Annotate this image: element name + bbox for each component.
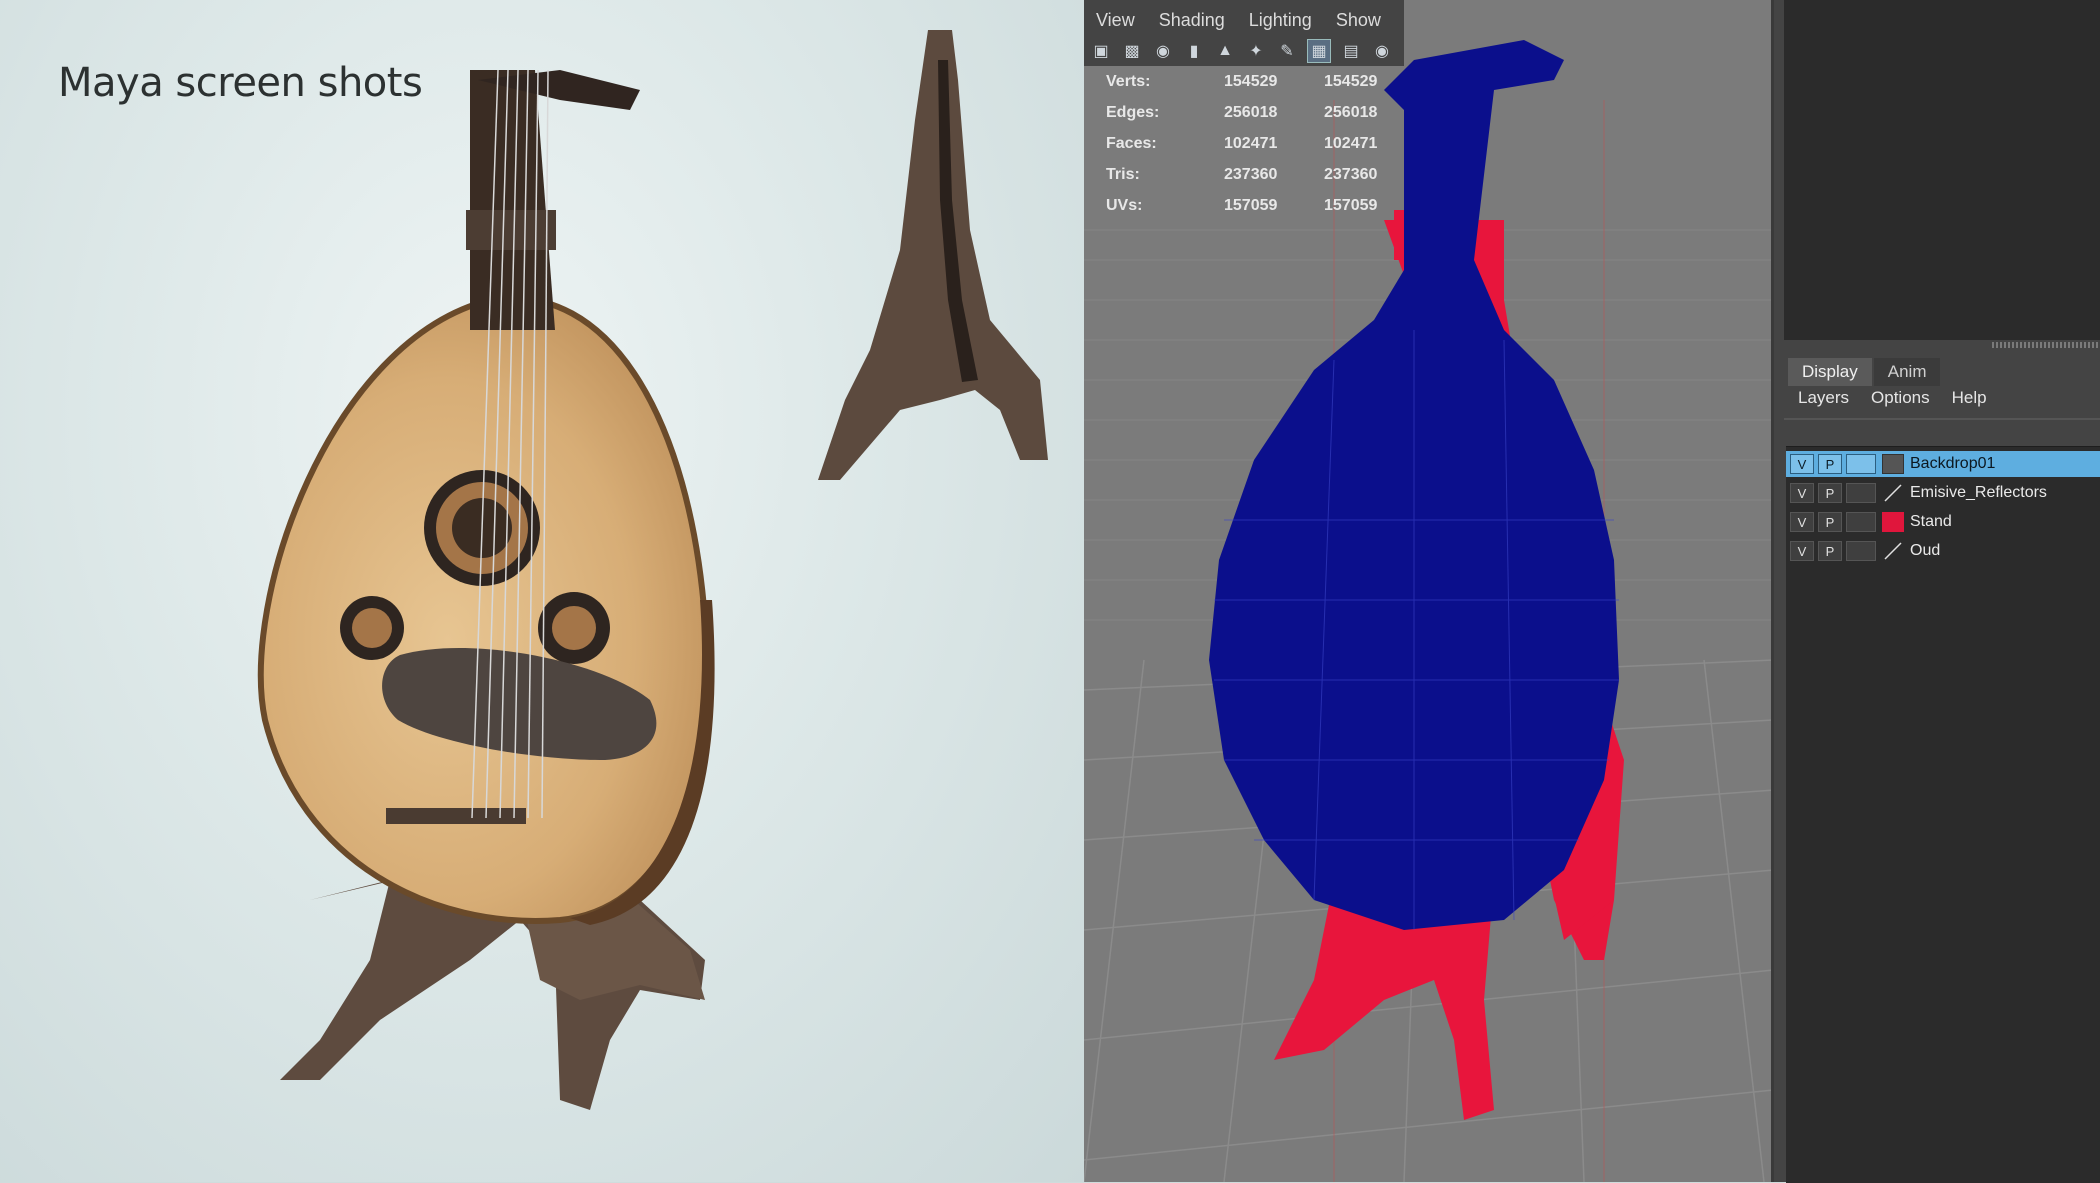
- layer-list: V P Backdrop01 V P Emisive_Reflectors V …: [1786, 446, 2100, 1183]
- hud-value: 154529: [1324, 72, 1378, 90]
- layer-name: Backdrop01: [1910, 455, 1996, 472]
- hud-value: 157059: [1224, 196, 1278, 214]
- layer-row-backdrop01[interactable]: V P Backdrop01: [1786, 451, 2100, 477]
- layer-color-swatch[interactable]: [1882, 512, 1904, 532]
- layer-name: Stand: [1910, 513, 1952, 530]
- hud-row-edges: Edges: 256018 256018: [1106, 97, 1424, 128]
- layer-playback-toggle[interactable]: P: [1818, 512, 1842, 532]
- divider: [1784, 418, 2100, 420]
- grid-snap-icon[interactable]: ✦: [1245, 40, 1267, 62]
- viewport-toolbar: ▣ ▩ ◉ ▮ ▲ ✦ ✎ ▦ ▤ ◉: [1084, 36, 1404, 66]
- hud-value: 154529: [1224, 72, 1278, 90]
- layer-display-type-toggle[interactable]: [1846, 483, 1876, 503]
- film-gate-icon[interactable]: ▤: [1340, 40, 1362, 62]
- layer-row-stand[interactable]: V P Stand: [1786, 509, 2100, 535]
- menu-layers[interactable]: Layers: [1798, 388, 1849, 408]
- menu-lighting[interactable]: Lighting: [1249, 10, 1312, 31]
- layer-visibility-toggle[interactable]: V: [1790, 454, 1814, 474]
- channel-layer-panel: Display Anim Layers Options Help V P Bac…: [1774, 0, 2100, 1183]
- hud-row-verts: Verts: 154529 154529: [1106, 66, 1424, 97]
- menu-show[interactable]: Show: [1336, 10, 1381, 31]
- paint-icon[interactable]: ✎: [1276, 40, 1298, 62]
- maya-viewport[interactable]: View Shading Lighting Show ▣ ▩ ◉ ▮ ▲ ✦ ✎…: [1084, 0, 1774, 1182]
- layer-editor-tabs: Display Anim: [1788, 358, 1942, 386]
- layer-editor-menubar: Layers Options Help: [1798, 388, 1987, 408]
- layer-display-type-toggle[interactable]: [1846, 541, 1876, 561]
- hud-value: 102471: [1224, 134, 1278, 152]
- poly-count-hud: Verts: 154529 154529 Edges: 256018 25601…: [1106, 66, 1424, 221]
- layer-name: Emisive_Reflectors: [1910, 484, 2047, 501]
- hud-row-tris: Tris: 237360 237360: [1106, 159, 1424, 190]
- layer-no-color-slash-icon[interactable]: [1882, 541, 1904, 561]
- camera-attributes-icon[interactable]: ◉: [1152, 40, 1174, 62]
- hud-label: UVs:: [1106, 196, 1143, 214]
- tab-anim[interactable]: Anim: [1873, 358, 1941, 386]
- image-plane-icon[interactable]: ▲: [1214, 40, 1236, 62]
- hud-value: 237360: [1324, 165, 1378, 183]
- layer-no-color-slash-icon[interactable]: [1882, 483, 1904, 503]
- channel-box-area[interactable]: [1784, 0, 2100, 340]
- hud-label: Verts:: [1106, 72, 1151, 90]
- render-panel: Maya screen shots: [0, 0, 1084, 1182]
- layer-playback-toggle[interactable]: P: [1818, 541, 1842, 561]
- layer-row-emisive-reflectors[interactable]: V P Emisive_Reflectors: [1786, 480, 2100, 506]
- layer-visibility-toggle[interactable]: V: [1790, 512, 1814, 532]
- bookmark-icon[interactable]: ▮: [1183, 40, 1205, 62]
- camera-lock-icon[interactable]: ▩: [1121, 40, 1143, 62]
- oud-body: [257, 295, 715, 925]
- hud-label: Tris:: [1106, 165, 1140, 183]
- hud-value: 102471: [1324, 134, 1378, 152]
- background-stand: [818, 30, 1048, 480]
- hud-label: Edges:: [1106, 103, 1160, 121]
- oud-render-image: [257, 30, 1048, 1110]
- panel-resize-handle[interactable]: [1992, 342, 2100, 348]
- layer-visibility-toggle[interactable]: V: [1790, 483, 1814, 503]
- menu-view[interactable]: View: [1096, 10, 1135, 31]
- layer-name: Oud: [1910, 542, 1941, 559]
- layer-row-oud[interactable]: V P Oud: [1786, 538, 2100, 564]
- menu-shading[interactable]: Shading: [1159, 10, 1225, 31]
- hud-row-uvs: UVs: 157059 157059: [1106, 190, 1424, 221]
- hud-row-faces: Faces: 102471 102471: [1106, 128, 1424, 159]
- hud-value: 256018: [1324, 103, 1378, 121]
- render-title: Maya screen shots: [58, 60, 423, 106]
- layer-playback-toggle[interactable]: P: [1818, 483, 1842, 503]
- hud-label: Faces:: [1106, 134, 1157, 152]
- grid-icon[interactable]: ▦: [1307, 39, 1331, 63]
- menu-help[interactable]: Help: [1952, 388, 1987, 408]
- hud-value: 256018: [1224, 103, 1278, 121]
- hud-value: 237360: [1224, 165, 1278, 183]
- layer-display-type-toggle[interactable]: [1846, 454, 1876, 474]
- menu-options[interactable]: Options: [1871, 388, 1930, 408]
- tab-display[interactable]: Display: [1788, 358, 1872, 386]
- resolution-gate-icon[interactable]: ◉: [1371, 40, 1393, 62]
- viewport-menubar: View Shading Lighting Show: [1084, 0, 1404, 40]
- layer-visibility-toggle[interactable]: V: [1790, 541, 1814, 561]
- layer-playback-toggle[interactable]: P: [1818, 454, 1842, 474]
- layer-display-type-toggle[interactable]: [1846, 512, 1876, 532]
- hud-value: 157059: [1324, 196, 1378, 214]
- camera-icon[interactable]: ▣: [1090, 40, 1112, 62]
- layer-color-swatch[interactable]: [1882, 454, 1904, 474]
